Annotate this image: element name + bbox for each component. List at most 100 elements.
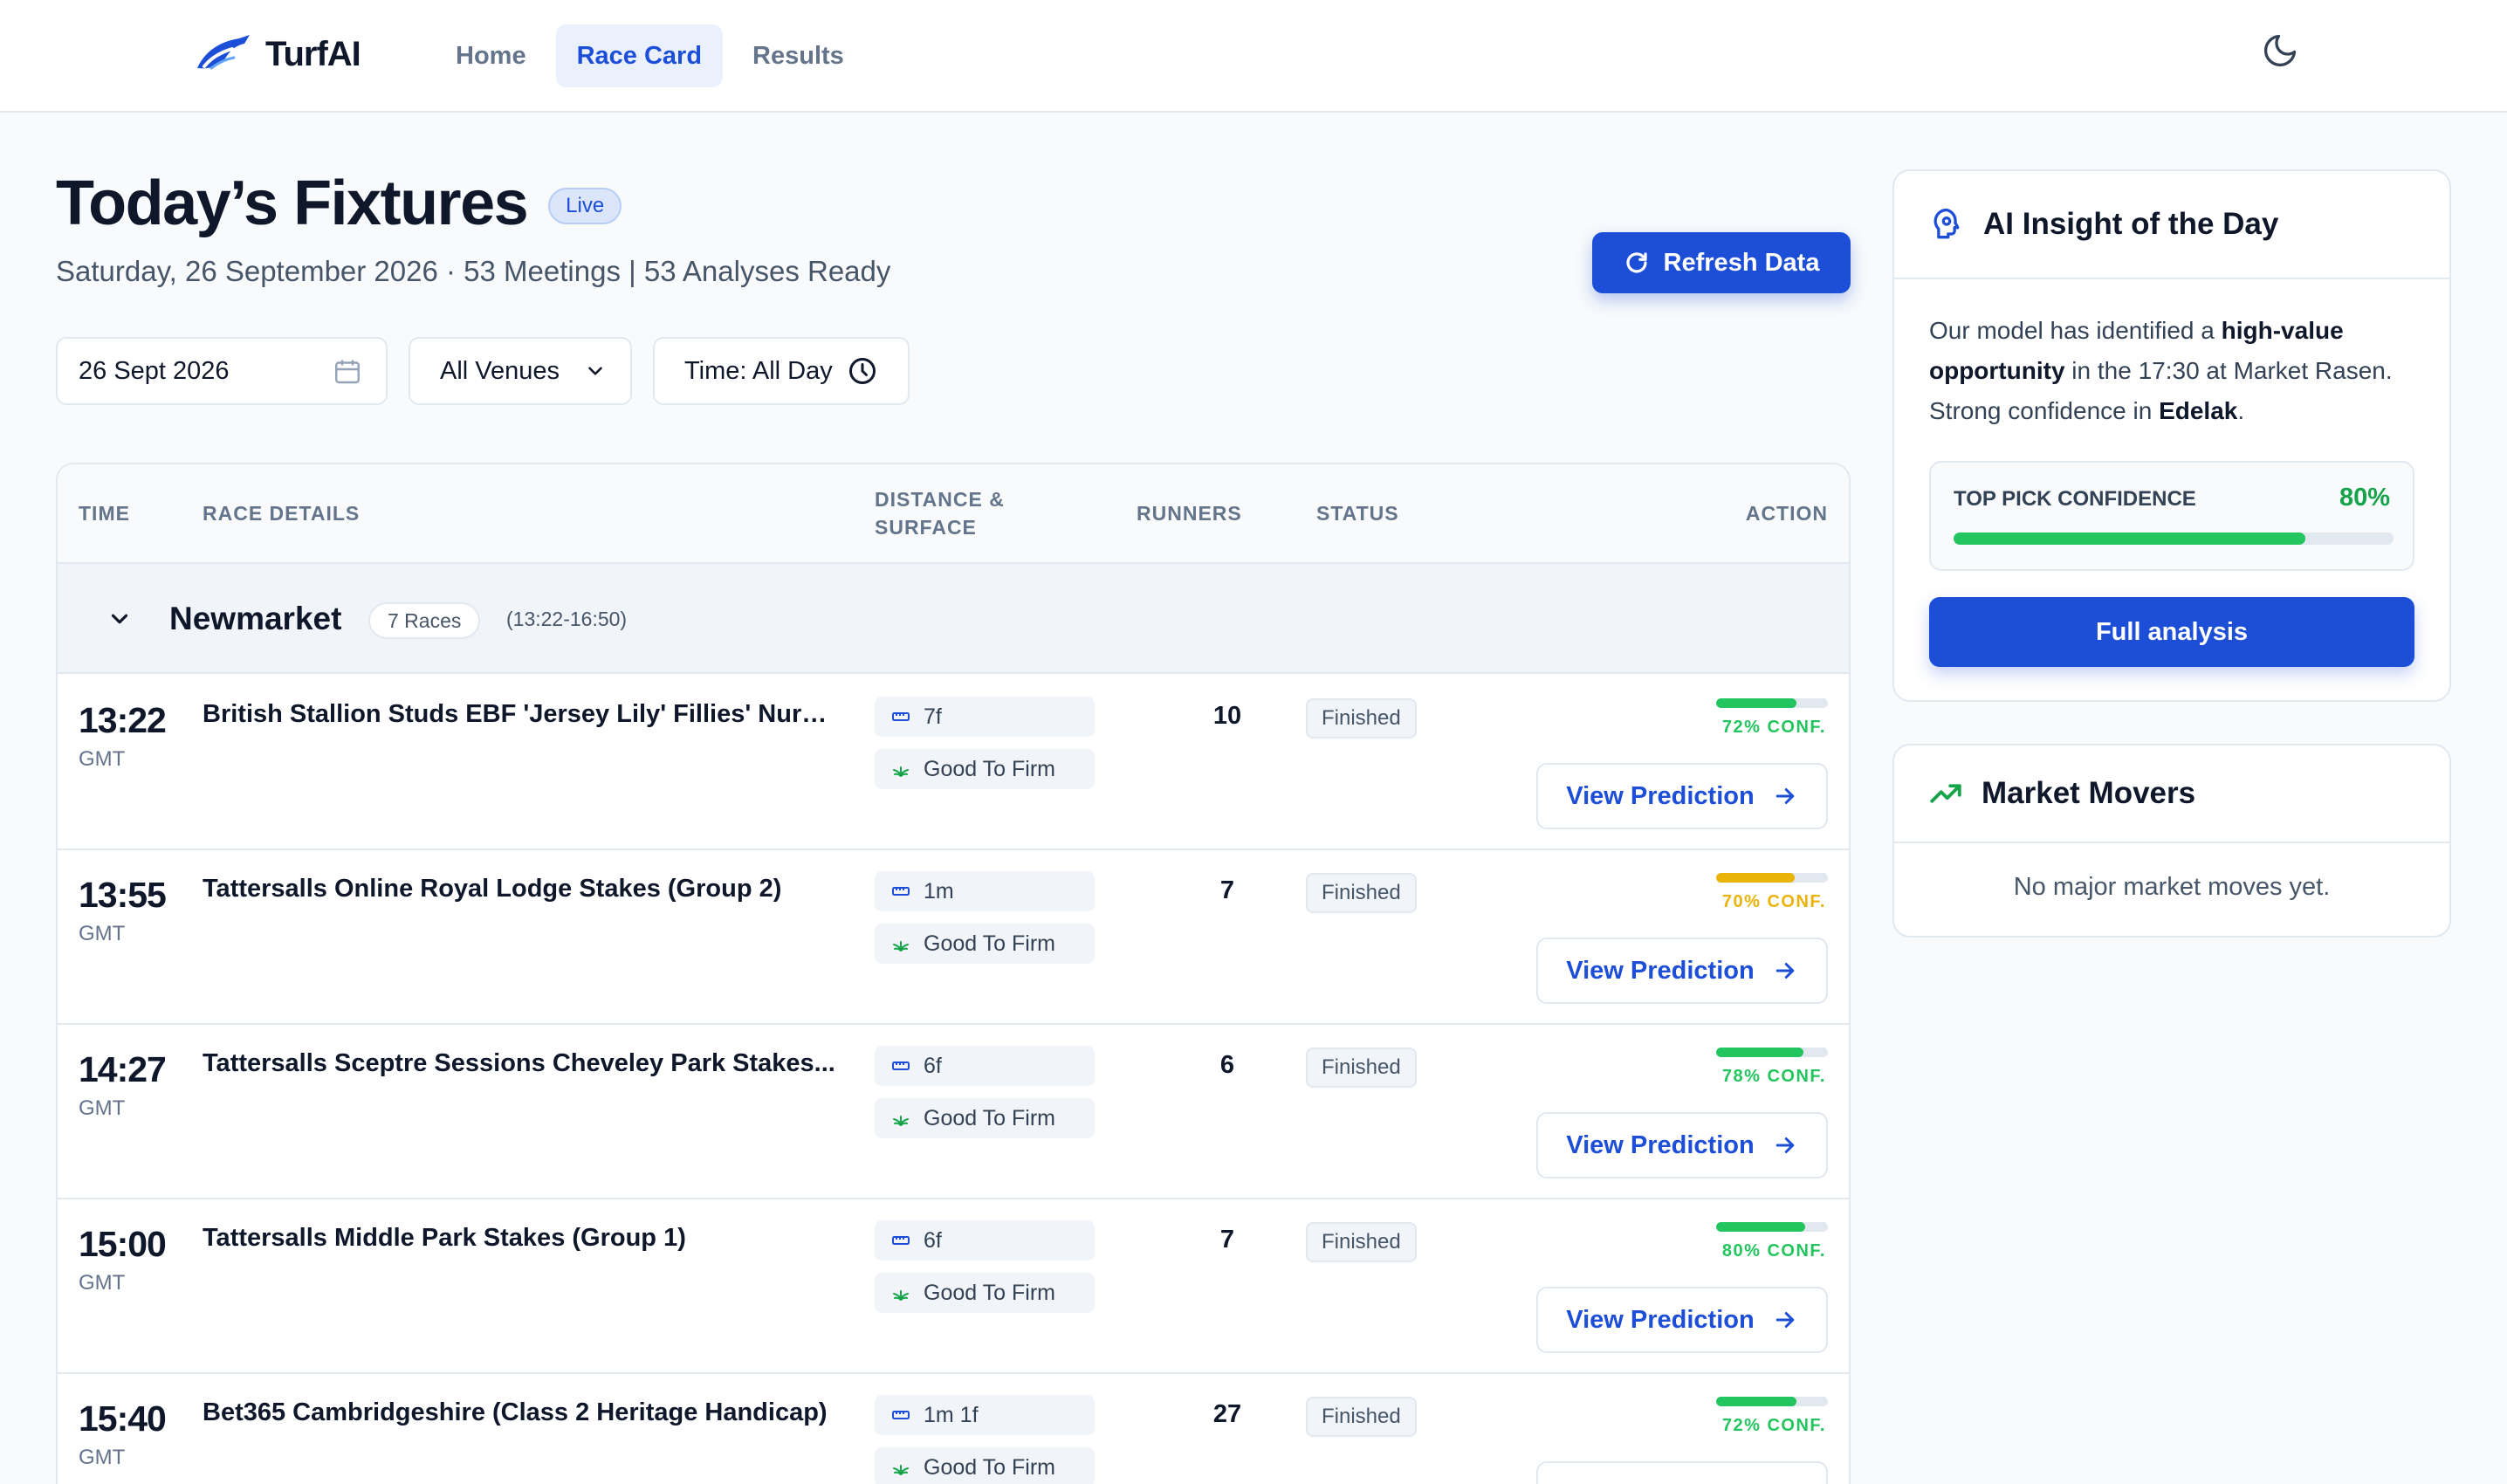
insight-card-header: AI Insight of the Day [1894, 171, 2449, 279]
top-nav: TurfAI Home Race Card Results [0, 0, 2507, 113]
market-movers-title: Market Movers [1982, 776, 2196, 810]
live-badge: Live [548, 188, 622, 224]
distance-chip: 6f [875, 1220, 1095, 1261]
grass-icon [890, 1457, 911, 1478]
race-row[interactable]: 13:22 GMT British Stallion Studs EBF 'Jers… [58, 676, 1849, 850]
race-row[interactable]: 15:40 GMT Bet365 Cambridgeshire (Class 2 H… [58, 1374, 1849, 1484]
header-status: STATUS [1316, 502, 1399, 525]
venue-select[interactable]: All Venues [409, 337, 632, 405]
top-pick-progress-fill [1954, 532, 2306, 545]
horse-logo-icon [197, 35, 250, 70]
race-time: 13:55 [79, 875, 167, 915]
surface-value: Good To Firm [924, 1454, 1055, 1480]
insight-text-1: Our model has identified a [1929, 317, 2222, 344]
venue-time-range: (13:22-16:50) [506, 608, 628, 630]
nav-race-card[interactable]: Race Card [555, 24, 724, 87]
view-prediction-button[interactable]: View Prediction [1536, 938, 1828, 1004]
market-movers-card: Market Movers No major market moves yet. [1892, 744, 2451, 938]
header-runners: RUNNERS [1137, 502, 1242, 525]
page-subtitle: Saturday, 26 September 2026 · 53 Meeting… [56, 255, 891, 287]
view-prediction-button[interactable]: View Prediction [1536, 763, 1828, 829]
grass-icon [890, 933, 911, 954]
race-time: 15:40 [79, 1398, 167, 1439]
confidence-bar [1716, 1397, 1828, 1406]
confidence-bar-fill [1716, 1048, 1803, 1057]
header-time: TIME [79, 502, 130, 525]
surface-value: Good To Firm [924, 756, 1055, 781]
distance-chip: 7f [875, 697, 1095, 737]
distance-value: 1m [924, 878, 954, 903]
venue-group-header[interactable]: Newmarket 7 Races (13:22-16:50) [58, 564, 1849, 674]
race-row[interactable]: 15:00 GMT Tattersalls Middle Park Stakes (… [58, 1199, 1849, 1374]
race-name[interactable]: Tattersalls Sceptre Sessions Cheveley Pa… [203, 1049, 840, 1078]
status-badge: Finished [1306, 1222, 1417, 1262]
nav-results[interactable]: Results [731, 24, 865, 87]
race-time: 15:00 [79, 1224, 167, 1264]
surface-value: Good To Firm [924, 931, 1055, 956]
distance-chip: 6f [875, 1046, 1095, 1086]
page-header: Today’s Fixtures Live [56, 168, 622, 239]
full-analysis-button[interactable]: Full analysis [1929, 597, 2414, 667]
confidence-label: 78% CONF. [1721, 1067, 1826, 1086]
runners-count: 7 [1219, 876, 1235, 904]
surface-chip: Good To Firm [875, 749, 1095, 789]
race-time: 14:27 [79, 1049, 167, 1089]
status-badge: Finished [1306, 1048, 1417, 1088]
race-timezone: GMT [79, 1271, 126, 1295]
race-timezone: GMT [79, 922, 126, 945]
header-distance-line-1: DISTANCE & [875, 488, 1005, 511]
confidence-bar [1716, 1048, 1828, 1057]
race-name[interactable]: Tattersalls Online Royal Lodge Stakes (G… [203, 875, 840, 903]
time-select[interactable]: Time: All Day [653, 337, 910, 405]
date-value: 26 Sept 2026 [79, 356, 230, 385]
venue-name: Newmarket [169, 601, 342, 636]
view-prediction-label: View Prediction [1566, 1305, 1755, 1334]
surface-value: Good To Firm [924, 1280, 1055, 1305]
grass-icon [890, 1108, 911, 1129]
distance-value: 1m 1f [924, 1402, 979, 1427]
ruler-icon [890, 706, 911, 727]
race-timezone: GMT [79, 1096, 126, 1120]
insight-title: AI Insight of the Day [1983, 207, 2279, 241]
surface-value: Good To Firm [924, 1105, 1055, 1130]
refresh-label: Refresh Data [1663, 248, 1820, 277]
date-picker[interactable]: 26 Sept 2026 [56, 337, 388, 405]
surface-chip: Good To Firm [875, 1273, 1095, 1313]
distance-value: 6f [924, 1227, 942, 1253]
distance-value: 6f [924, 1053, 942, 1078]
chevron-down-icon[interactable] [106, 606, 133, 632]
confidence-bar [1716, 698, 1828, 708]
confidence-label: 70% CONF. [1721, 892, 1826, 911]
arrow-right-icon [1772, 1132, 1798, 1158]
confidence-label: 72% CONF. [1721, 1416, 1826, 1435]
race-name[interactable]: British Stallion Studs EBF 'Jersey Lily'… [203, 700, 840, 729]
arrow-right-icon [1772, 958, 1798, 984]
ruler-icon [890, 1230, 911, 1251]
surface-chip: Good To Firm [875, 924, 1095, 964]
theme-toggle-button[interactable] [2261, 31, 2299, 74]
race-timezone: GMT [79, 747, 126, 771]
view-prediction-button[interactable]: View Prediction [1536, 1112, 1828, 1178]
brand-logo[interactable]: TurfAI [192, 30, 361, 79]
nav-home[interactable]: Home [435, 24, 547, 87]
header-race-details: RACE DETAILS [203, 502, 361, 525]
view-prediction-button[interactable]: View Prediction [1536, 1461, 1828, 1484]
view-prediction-button[interactable]: View Prediction [1536, 1287, 1828, 1353]
race-row[interactable]: 13:55 GMT Tattersalls Online Royal Lodge S… [58, 850, 1849, 1025]
race-name[interactable]: Tattersalls Middle Park Stakes (Group 1) [203, 1224, 840, 1253]
ai-insight-card: AI Insight of the Day Our model has iden… [1892, 169, 2451, 702]
insight-horse-name: Edelak [2159, 397, 2238, 424]
race-row[interactable]: 14:27 GMT Tattersalls Sceptre Sessions Che… [58, 1025, 1849, 1199]
runners-count: 6 [1219, 1051, 1235, 1079]
view-prediction-label: View Prediction [1566, 956, 1755, 985]
race-name[interactable]: Bet365 Cambridgeshire (Class 2 Heritage … [203, 1398, 840, 1427]
status-badge: Finished [1306, 873, 1417, 913]
venue-select-value: All Venues [440, 356, 560, 385]
refresh-data-button[interactable]: Refresh Data [1592, 232, 1851, 293]
confidence-bar-fill [1716, 1222, 1806, 1232]
top-pick-confidence: TOP PICK CONFIDENCE 80% [1929, 461, 2414, 571]
top-pick-label: TOP PICK CONFIDENCE [1954, 487, 2196, 511]
race-timezone: GMT [79, 1446, 126, 1469]
runners-count: 27 [1212, 1400, 1242, 1428]
moon-icon [2263, 34, 2297, 67]
